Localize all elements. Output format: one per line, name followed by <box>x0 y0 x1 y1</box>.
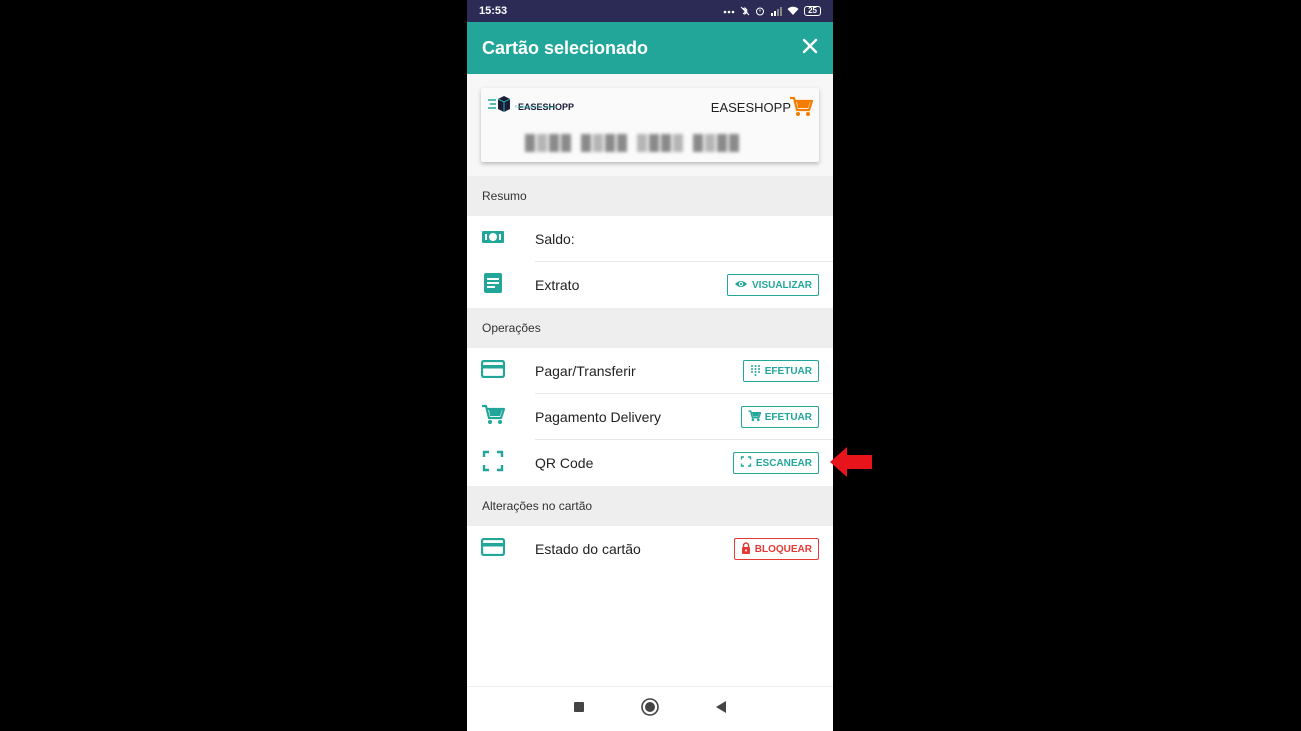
section-resumo: Resumo <box>467 176 833 216</box>
close-button[interactable] <box>799 37 821 59</box>
money-icon <box>481 229 505 250</box>
bloquear-button[interactable]: BLOQUEAR <box>733 538 819 560</box>
section-alteracoes: Alterações no cartão <box>467 486 833 526</box>
home-circle-icon[interactable] <box>641 697 659 721</box>
estado-label: Estado do cartão <box>535 541 641 557</box>
system-nav-bar <box>467 686 833 731</box>
pagar-label: Pagar/Transferir <box>535 363 636 379</box>
efetuar-delivery-button[interactable]: EFETUAR <box>740 406 819 428</box>
app-bar: Cartão selecionado <box>467 22 833 74</box>
efetuar-delivery-label: EFETUAR <box>764 411 812 423</box>
back-triangle-icon[interactable] <box>715 700 727 719</box>
card-brand: EASESHOPP <box>710 100 791 115</box>
card-logo-subtext: Facilidade em Compras <box>515 104 558 109</box>
annotation-arrow-icon <box>829 446 873 483</box>
lock-icon <box>741 541 751 557</box>
qr-code-label: QR Code <box>535 455 594 471</box>
efetuar-pagar-button[interactable]: EFETUAR <box>742 360 819 382</box>
visualizar-button-label: VISUALIZAR <box>752 279 812 291</box>
keypad-icon <box>750 364 761 379</box>
logo-box-icon <box>487 94 517 119</box>
credit-card-icon <box>480 359 506 383</box>
cart-icon <box>748 409 761 425</box>
extrato-row: Extrato VISUALIZAR <box>467 262 833 308</box>
delivery-label: Pagamento Delivery <box>535 409 662 425</box>
wifi-icon <box>787 6 799 16</box>
status-bar: 15:53 25 <box>467 0 833 22</box>
qr-scan-icon <box>740 456 752 470</box>
cart-icon <box>789 96 814 123</box>
recents-square-icon[interactable] <box>573 700 585 718</box>
efetuar-pagar-label: EFETUAR <box>764 365 812 377</box>
escanear-button-label: ESCANEAR <box>755 457 812 469</box>
eye-icon <box>734 279 748 292</box>
card-number-obscured <box>525 132 739 154</box>
credit-card-icon <box>480 537 506 561</box>
close-icon <box>802 38 818 59</box>
estado-row: Estado do cartão BLOQUEAR <box>467 526 833 572</box>
signal-icon <box>770 6 783 16</box>
pagar-row: Pagar/Transferir EFETUAR <box>467 348 833 394</box>
status-icons: 25 <box>723 6 821 16</box>
more-dots-icon <box>723 8 735 14</box>
section-operacoes: Operações <box>467 308 833 348</box>
alarm-icon <box>755 6 765 16</box>
qr-code-row: QR Code ESCANEAR <box>467 440 833 486</box>
cart-icon <box>481 404 506 431</box>
qr-scan-icon <box>481 450 505 477</box>
page-title: Cartão selecionado <box>482 37 649 58</box>
escanear-button[interactable]: ESCANEAR <box>732 452 819 474</box>
bluetooth-off-icon <box>740 6 750 16</box>
bloquear-button-label: BLOQUEAR <box>754 543 812 555</box>
saldo-row: Saldo: <box>467 216 833 262</box>
selected-card: EASESHOPP Facilidade em Compras EASESHOP… <box>481 88 819 162</box>
phone-screen: 15:53 25 Cartão selecionado EASESHOPP Fa… <box>467 0 833 731</box>
visualizar-button[interactable]: VISUALIZAR <box>727 274 819 296</box>
extrato-label: Extrato <box>535 277 580 293</box>
delivery-row: Pagamento Delivery EFETUAR <box>467 394 833 440</box>
battery-indicator: 25 <box>804 6 821 16</box>
card-area: EASESHOPP Facilidade em Compras EASESHOP… <box>467 74 833 176</box>
document-icon <box>481 272 505 298</box>
status-time: 15:53 <box>479 5 508 17</box>
saldo-label: Saldo: <box>535 231 575 247</box>
